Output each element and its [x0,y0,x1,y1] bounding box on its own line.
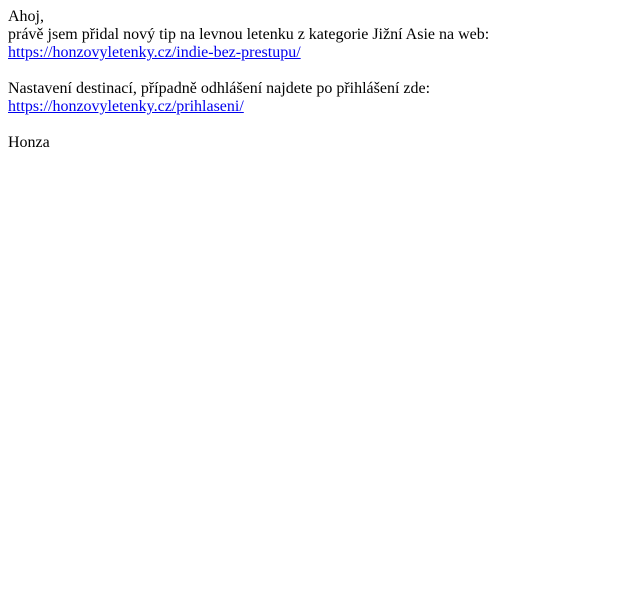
login-link[interactable]: https://honzovyletenky.cz/prihlaseni/ [8,98,244,115]
tip-link[interactable]: https://honzovyletenky.cz/indie-bez-pres… [8,44,301,61]
intro-text: právě jsem přidal nový tip na levnou let… [8,26,490,43]
tip-link-line: https://honzovyletenky.cz/indie-bez-pres… [8,44,632,62]
settings-text: Nastavení destinací, případně odhlášení … [8,80,431,97]
signature-text: Honza [8,134,50,151]
email-body: Ahoj, právě jsem přidal nový tip na levn… [8,8,632,152]
greeting-text: Ahoj, [8,8,44,25]
login-link-line: https://honzovyletenky.cz/prihlaseni/ [8,98,632,116]
